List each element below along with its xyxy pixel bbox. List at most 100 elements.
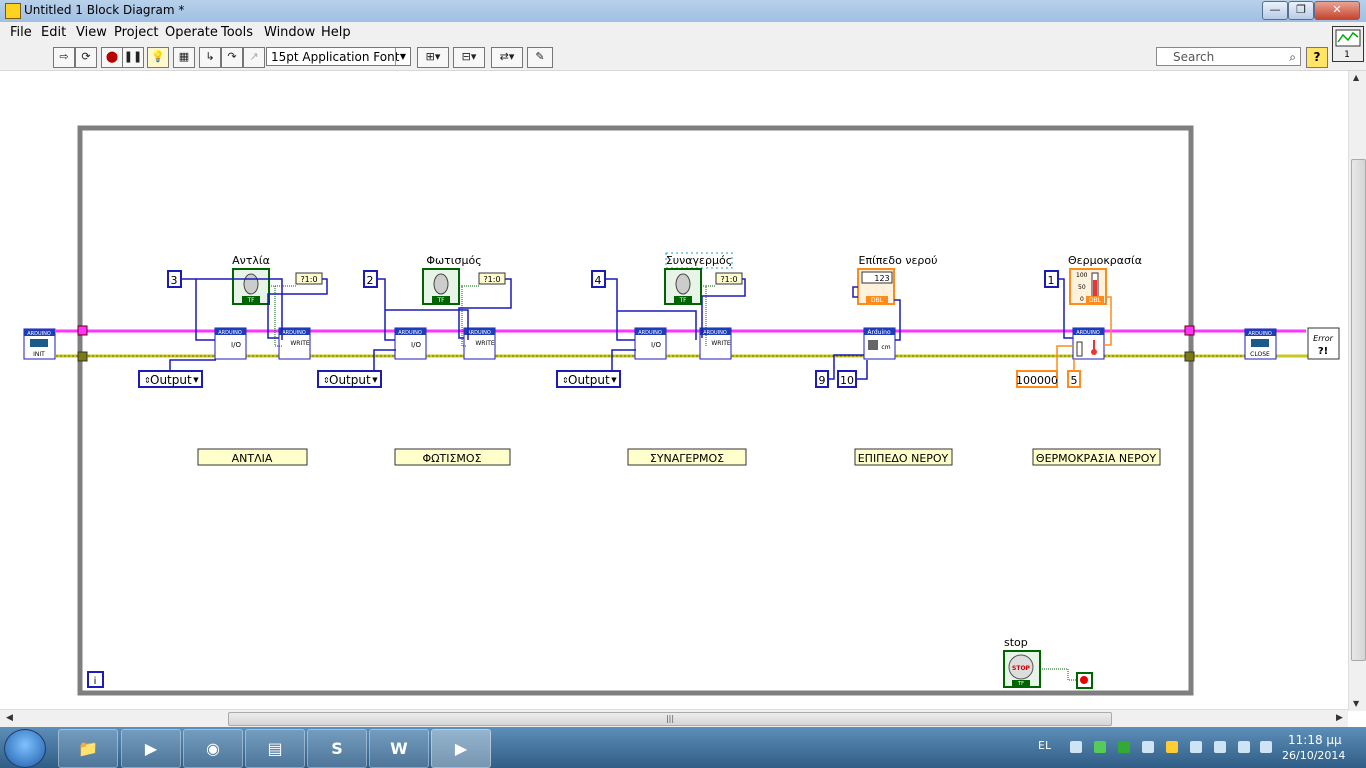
alarm-io-vi[interactable]: ARDUINO I/O (634, 327, 667, 360)
skype-taskbar-icon[interactable]: S (307, 729, 367, 768)
tray-app-icon[interactable] (1070, 741, 1082, 753)
pump-write-vi[interactable]: ARDUINO WRITE (278, 327, 311, 360)
step-into-icon[interactable]: ↳ (199, 47, 221, 68)
abort-icon[interactable]: ⬤ (101, 47, 123, 68)
alarm-toggle-switch[interactable]: TF (664, 268, 702, 305)
alarm-pin-constant[interactable]: 4 (591, 270, 606, 288)
loop-iteration-terminal[interactable]: i (87, 671, 104, 688)
light-io-vi[interactable]: ARDUINO I/O (394, 327, 427, 360)
svg-text:?1:0: ?1:0 (720, 275, 737, 284)
clean-up-diagram-icon[interactable]: ✎ (527, 47, 553, 68)
block-diagram-canvas[interactable]: ARDUINO INIT ARDUINO CLOSE Error ?! Αντλ… (0, 71, 1348, 709)
resource-tunnel-right[interactable] (1184, 325, 1195, 336)
scroll-left-icon[interactable]: ◀ (6, 713, 13, 723)
align-objects-icon[interactable]: ⊞▾ (417, 47, 449, 68)
horizontal-scrollbar[interactable]: ◀ ||| ▶ (0, 709, 1348, 728)
scroll-up-icon[interactable]: ▲ (1353, 73, 1359, 82)
scroll-right-icon[interactable]: ▶ (1336, 713, 1343, 723)
step-out-icon[interactable]: ↗ (243, 47, 265, 68)
vertical-scrollbar[interactable]: ▲ ▼ (1348, 71, 1366, 711)
chrome-taskbar-icon[interactable]: ◉ (183, 729, 243, 768)
error-tunnel-left[interactable] (77, 351, 88, 362)
tray-flag-icon[interactable] (1190, 741, 1202, 753)
loop-condition-terminal[interactable] (1076, 672, 1093, 689)
light-output-enum[interactable]: ⇕ Output ▼ (317, 370, 382, 388)
vi-icon[interactable]: 1 (1332, 26, 1364, 62)
menu-help[interactable]: Help (321, 25, 351, 40)
clock-time[interactable]: 11:18 μμ (1288, 733, 1342, 747)
media-player-taskbar-icon[interactable]: ▶ (121, 729, 181, 768)
error-tunnel-right[interactable] (1184, 351, 1195, 362)
labview-taskbar-icon[interactable]: ▶ (431, 729, 491, 768)
menu-tools[interactable]: Tools (221, 25, 253, 40)
light-bool-to-int[interactable]: ?1:0 (478, 272, 506, 285)
tray-security-icon[interactable] (1094, 741, 1106, 753)
distribute-objects-icon[interactable]: ⊟▾ (453, 47, 485, 68)
arduino-close-vi[interactable]: ARDUINO CLOSE (1244, 328, 1277, 360)
temp-constant-a[interactable]: 100000 (1016, 370, 1058, 388)
search-input[interactable]: Search ⌕ (1156, 47, 1301, 66)
pump-toggle-switch[interactable]: TF (232, 268, 270, 305)
menu-edit[interactable]: Edit (41, 25, 66, 40)
menu-operate[interactable]: Operate (165, 25, 218, 40)
stop-button-control[interactable]: STOP TF (1003, 650, 1041, 688)
tray-usb-icon[interactable] (1214, 741, 1226, 753)
maximize-button[interactable]: ❐ (1288, 1, 1314, 20)
device-manager-taskbar-icon[interactable]: ▤ (245, 729, 305, 768)
simple-error-handler-vi[interactable]: Error ?! (1307, 327, 1340, 360)
while-loop-frame[interactable] (77, 125, 1194, 696)
tray-volume-icon[interactable] (1260, 741, 1272, 753)
vertical-scroll-thumb[interactable] (1351, 159, 1366, 661)
pump-output-enum[interactable]: ⇕ Output ▼ (138, 370, 203, 388)
font-select[interactable]: 15pt Application Font ▼ (266, 47, 411, 66)
search-icon[interactable]: ⌕ (1289, 48, 1296, 66)
svg-text:ΕΠΙΠΕΔΟ ΝΕΡΟΥ: ΕΠΙΠΕΔΟ ΝΕΡΟΥ (858, 452, 949, 465)
start-button[interactable] (4, 729, 46, 768)
run-arrow-icon[interactable]: ⇨ (53, 47, 75, 68)
resource-tunnel-left[interactable] (77, 325, 88, 336)
block-diagram[interactable]: ARDUINO INIT ARDUINO CLOSE Error ?! Αντλ… (0, 71, 1348, 709)
context-help-button[interactable]: ? (1306, 47, 1328, 68)
retain-wire-values-icon[interactable]: ▦ (173, 47, 195, 68)
menu-file[interactable]: File (10, 25, 32, 40)
alarm-output-enum[interactable]: ⇕ Output ▼ (556, 370, 621, 388)
light-toggle-switch[interactable]: TF (422, 268, 460, 305)
tray-signal-icon[interactable] (1238, 741, 1250, 753)
run-continuously-icon[interactable]: ⟳ (75, 47, 97, 68)
pump-bool-to-int[interactable]: ?1:0 (295, 272, 323, 285)
horizontal-scroll-thumb[interactable]: ||| (228, 712, 1112, 726)
clock-date[interactable]: 26/10/2014 (1282, 749, 1345, 762)
temperature-sensor-vi[interactable]: ARDUINO (1072, 327, 1105, 360)
minimize-button[interactable]: — (1262, 1, 1288, 20)
menu-window[interactable]: Window (264, 25, 315, 40)
temp-constant-b[interactable]: 5 (1067, 370, 1081, 388)
menu-view[interactable]: View (76, 25, 107, 40)
step-over-icon[interactable]: ↷ (221, 47, 243, 68)
pump-io-vi[interactable]: ARDUINO I/O (214, 327, 247, 360)
tray-monitor-icon[interactable] (1118, 741, 1130, 753)
temperature-thermometer-indicator[interactable]: 100 50 0 DBL (1069, 268, 1107, 305)
light-pin-constant[interactable]: 2 (363, 270, 378, 288)
highlight-execution-icon[interactable]: 💡 (147, 47, 169, 68)
scroll-down-icon[interactable]: ▼ (1353, 699, 1359, 708)
temp-pin-constant[interactable]: 1 (1044, 270, 1059, 288)
alarm-write-vi[interactable]: ARDUINO WRITE (699, 327, 732, 360)
level-pin-constant-b[interactable]: 10 (837, 370, 857, 388)
tray-chrome-icon[interactable] (1166, 741, 1178, 753)
arduino-init-vi[interactable]: ARDUINO INIT (23, 328, 56, 360)
tray-network-icon[interactable] (1142, 741, 1154, 753)
word-taskbar-icon[interactable]: W (369, 729, 429, 768)
alarm-bool-to-int[interactable]: ?1:0 (715, 272, 743, 285)
svg-text:100: 100 (1076, 272, 1088, 279)
pump-pin-constant[interactable]: 3 (167, 270, 182, 288)
close-button[interactable]: ✕ (1314, 1, 1360, 20)
ultrasonic-sensor-vi[interactable]: Arduino cm (863, 327, 896, 360)
language-indicator[interactable]: EL (1038, 739, 1051, 752)
level-pin-constant-a[interactable]: 9 (815, 370, 829, 388)
menu-project[interactable]: Project (114, 25, 158, 40)
pause-icon[interactable]: ❚❚ (122, 47, 144, 68)
level-numeric-indicator[interactable]: 123 DBL (857, 268, 895, 305)
svg-text:ΦΩΤΙΣΜΟΣ: ΦΩΤΙΣΜΟΣ (422, 452, 481, 465)
reorder-icon[interactable]: ⇄▾ (491, 47, 523, 68)
explorer-taskbar-icon[interactable]: 📁 (58, 729, 118, 768)
